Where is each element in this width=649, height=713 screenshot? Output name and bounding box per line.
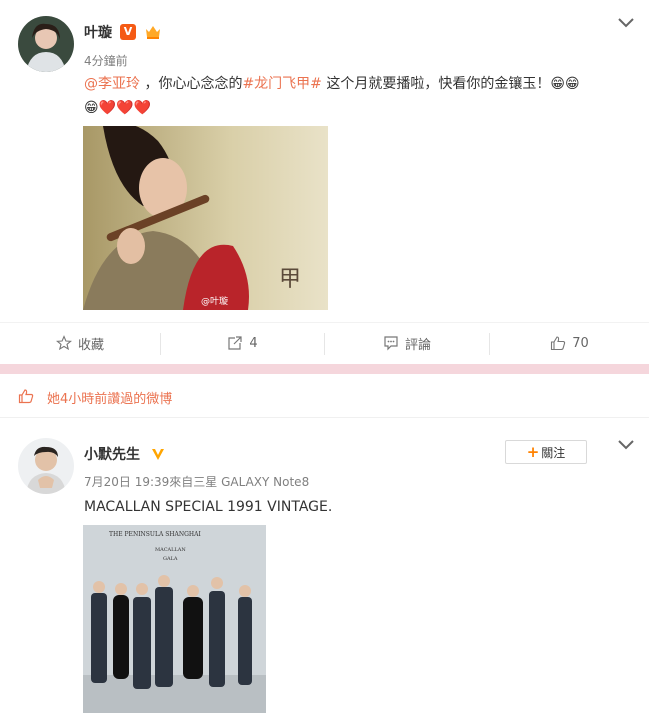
avatar[interactable]	[18, 16, 74, 72]
avatar[interactable]	[18, 438, 74, 494]
comment-icon	[384, 336, 398, 351]
plus-icon: +	[526, 443, 540, 461]
post-card-2: 小默先生 7月20日 19:39來自三星 GALAXY Note8 + 關注 M…	[0, 418, 649, 713]
user-name[interactable]: 叶璇	[84, 22, 112, 42]
post-text-b: 这个月就要播啦，快看你的金镶玉！	[321, 76, 551, 92]
post-image[interactable]: THE PENINSULA SHANGHAI MACALLAN GALA	[83, 525, 266, 713]
user-name[interactable]: 小默先生	[84, 444, 140, 464]
svg-text:甲: 甲	[279, 267, 301, 292]
thumbs-up-icon	[551, 336, 566, 351]
repost-icon	[228, 336, 242, 350]
chevron-down-icon[interactable]	[616, 438, 636, 452]
star-icon	[55, 335, 72, 351]
crown-icon	[144, 24, 162, 40]
hashtag-link[interactable]: #龙门飞甲#	[242, 76, 321, 92]
thumbs-up-icon	[18, 389, 34, 404]
post-time-source[interactable]: 7月20日 19:39來自三星 GALAXY Note8	[84, 473, 309, 490]
action-bar: 收藏 4 評論 70	[0, 322, 649, 362]
post-time[interactable]: 4分鐘前	[84, 52, 128, 69]
follow-button[interactable]: + 關注	[505, 440, 587, 464]
post-image[interactable]: 甲 @叶璇	[83, 126, 328, 310]
image-header-text: THE PENINSULA SHANGHAI	[109, 531, 201, 538]
image-sub2-text: GALA	[163, 556, 178, 562]
verified-icon	[150, 446, 166, 462]
post-text-a: ，你心心念念的	[140, 76, 243, 92]
mention-link[interactable]: @李亚玲	[84, 76, 140, 92]
repost-button[interactable]: 4	[161, 323, 324, 363]
like-button[interactable]: 70	[490, 323, 649, 363]
post-card-1: 叶璇 V 4分鐘前 @李亚玲 ，你心心念念的#龙门飞甲# 这个月就要播啦，快看你…	[0, 0, 649, 364]
liked-notice: 她4小時前讚過的微博	[0, 374, 649, 418]
repost-count: 4	[249, 335, 258, 351]
comment-label: 評論	[404, 337, 431, 353]
chevron-down-icon[interactable]	[616, 16, 636, 30]
comment-button[interactable]: 評論	[325, 323, 489, 363]
post-text: MACALLAN SPECIAL 1991 VINTAGE.	[84, 499, 333, 515]
favorite-label: 收藏	[77, 337, 104, 353]
post-text: @李亚玲 ，你心心念念的#龙门飞甲# 这个月就要播啦，快看你的金镶玉！😁😁 😁❤…	[84, 72, 634, 120]
follow-label: 關注	[541, 445, 566, 460]
emoji-grin: 😁😁	[550, 76, 580, 92]
favorite-button[interactable]: 收藏	[0, 323, 160, 363]
like-count: 70	[572, 335, 589, 351]
image-watermark: @叶璇	[201, 297, 229, 307]
emoji-hearts: 😁❤️❤️❤️	[84, 100, 151, 116]
feed-divider	[0, 364, 649, 374]
verified-icon: V	[120, 24, 136, 40]
image-sub1-text: MACALLAN	[155, 547, 186, 553]
liked-notice-text[interactable]: 她4小時前讚過的微博	[47, 388, 172, 407]
